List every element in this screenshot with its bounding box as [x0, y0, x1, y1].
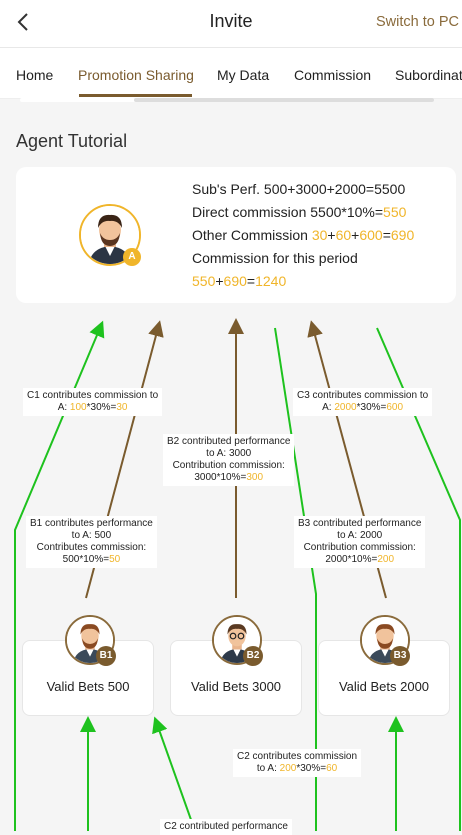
note-value: 2000 — [334, 402, 357, 413]
green-arrow-c2-up — [152, 716, 196, 831]
note-text: C3 contributes commission to — [297, 390, 429, 401]
note-text: A: 100*30%=30 — [27, 402, 158, 414]
note-b3: B3 contributed performance to A: 2000 Co… — [294, 516, 426, 568]
badge-b1: B1 — [96, 646, 116, 666]
note-text: A: — [322, 402, 335, 413]
note-text: Contribution commission: — [303, 542, 416, 553]
note-value: 300 — [246, 472, 264, 483]
note-text: 3000*10%= — [194, 472, 247, 483]
note-text: *30%= — [356, 402, 387, 413]
note-value: 600 — [386, 402, 404, 413]
note-value: 200 — [279, 763, 297, 774]
note-value: 200 — [377, 554, 395, 565]
badge-b3: B3 — [390, 646, 410, 666]
badge-b2: B2 — [243, 646, 263, 666]
bet-label: Valid Bets 500 — [46, 679, 130, 694]
note-value: 60 — [326, 763, 338, 774]
note-text: to A: 2000 — [337, 530, 383, 541]
note-value: 50 — [109, 554, 121, 565]
note-value: 100 — [69, 402, 87, 413]
note-text: 2000*10%=200 — [298, 554, 421, 566]
bet-label: Valid Bets 3000 — [190, 679, 282, 694]
note-text: 500*10%= — [62, 554, 110, 565]
note-c2: C2 contributes commission to A: 200*30%=… — [233, 749, 362, 777]
note-text: A: 2000*30%=600 — [297, 402, 428, 414]
note-text: *30%= — [86, 402, 117, 413]
note-text: C1 contributes commission to — [27, 390, 159, 401]
note-b2: B2 contributed performance to A: 3000 Co… — [163, 434, 295, 486]
note-value: 30 — [116, 402, 128, 413]
note-text: to A: — [256, 763, 280, 774]
note-c3: C3 contributes commission to A: 2000*30%… — [293, 388, 433, 416]
note-text: 3000*10%=300 — [167, 472, 290, 484]
note-text: C2 contributed performance — [164, 821, 288, 832]
note-text: B1 contributes performance — [30, 518, 153, 529]
note-text: Contribution commission: — [172, 460, 285, 471]
note-text: *30%= — [296, 763, 327, 774]
note-text: C2 contributes commission — [237, 751, 358, 762]
bet-label: Valid Bets 2000 — [338, 679, 430, 694]
note-text: Contributes commission: — [36, 542, 147, 553]
note-text: 2000*10%= — [325, 554, 378, 565]
note-b1: B1 contributes performance to A: 500 Con… — [26, 516, 157, 568]
note-text: to A: 200*30%=60 — [237, 763, 357, 775]
note-text: 500*10%=50 — [30, 554, 153, 566]
note-text: A: — [57, 402, 70, 413]
note-text: to A: 3000 — [206, 448, 252, 459]
note-text: B3 contributed performance — [298, 518, 422, 529]
note-text: to A: 500 — [71, 530, 112, 541]
note-text: B2 contributed performance — [167, 436, 291, 447]
note-c1: C1 contributes commission to A: 100*30%=… — [23, 388, 163, 416]
note-c2-performance: C2 contributed performance — [160, 819, 292, 835]
